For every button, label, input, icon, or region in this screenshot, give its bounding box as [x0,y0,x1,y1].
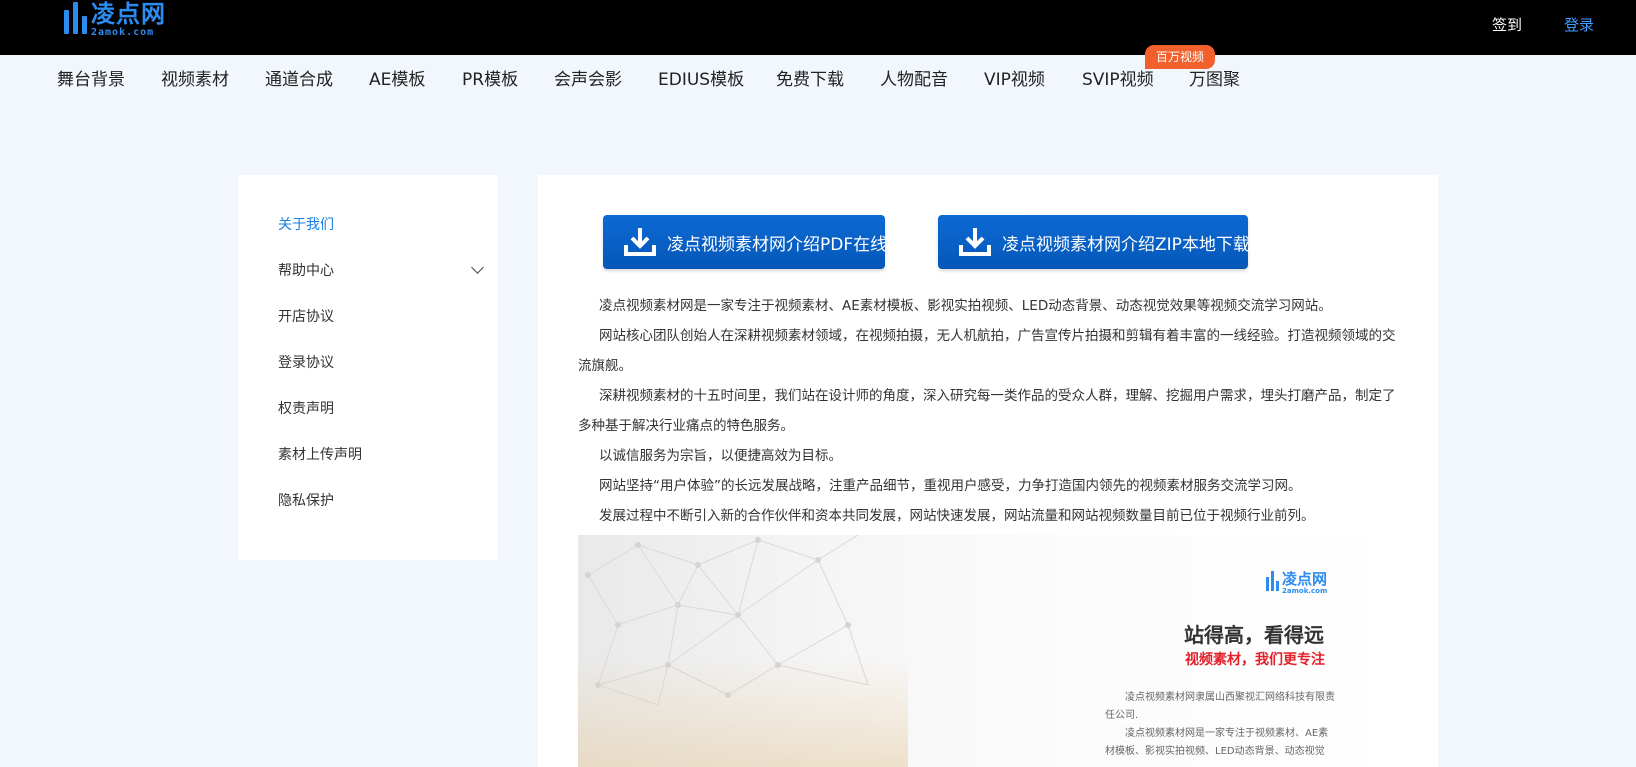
promo-logo-domain: 2amok.com [1282,587,1328,595]
pdf-view-button[interactable]: 凌点视频素材网介绍PDF在线查看 [603,215,921,269]
nav-item-stage-bg[interactable]: 舞台背景 [57,65,125,90]
sidebar: 关于我们 帮助中心 开店协议 登录协议 权责声明 素材上传声明 隐私保护 [238,175,498,560]
promo-slogan: 站得高，看得远 [1184,623,1324,647]
sidebar-item-rights-statement[interactable]: 权责声明 [278,398,334,418]
intro-paragraph: 发展过程中不断引入新的合作伙伴和资本共同发展，网站快速发展，网站流量和网站视频数… [599,508,1315,524]
intro-paragraph: 凌点视频素材网是一家专注于视频素材、AE素材模板、影视实拍视频、LED动态背景、… [599,298,1332,314]
logo-domain: 2amok.com [91,27,155,38]
zip-download-button[interactable]: 凌点视频素材网介绍ZIP本地下载 [938,215,1250,269]
nav-item-huisheng-huiying[interactable]: 会声会影 [554,65,622,90]
chevron-down-icon[interactable] [471,261,484,274]
nav-item-svip-video[interactable]: SVIP视频 [1082,65,1154,90]
main-nav: 舞台背景 视频素材 通道合成 AE模板 PR模板 会声会影 EDIUS模板 免费… [0,55,1636,97]
intro-paragraph: 网站核心团队创始人在深耕视频素材领域，在视频拍摄，无人机航拍，广告宣传片拍摄和剪… [578,328,1396,374]
top-bar: 凌点网 2amok.com 签到 登录 [0,0,1636,55]
promo-logo-name: 凌点网 [1282,570,1328,588]
logo-bars-icon [1266,571,1279,591]
nav-item-free-download[interactable]: 免费下载 [776,65,844,90]
nav-item-channel-compositing[interactable]: 通道合成 [265,65,333,90]
sidebar-item-upload-statement[interactable]: 素材上传声明 [278,444,362,464]
nav-item-video-material[interactable]: 视频素材 [161,65,229,90]
promo-paragraph: 凌点视频素材网是一家专注于视频素材、AE素材模板、影视实拍视频、LED动态背景、… [1105,728,1329,757]
sidebar-item-store-agreement[interactable]: 开店协议 [278,306,334,326]
promo-paragraph: 凌点视频素材网隶属山西聚视汇网络科技有限责任公司. [1105,692,1335,721]
download-icon [959,228,991,256]
million-videos-badge: 百万视频 [1145,45,1216,69]
promo-gradient [578,657,908,767]
logo-name: 凌点网 [91,0,166,28]
nav-item-pr-templates[interactable]: PR模板 [462,65,518,90]
nav-item-edius-templates[interactable]: EDIUS模板 [658,65,744,90]
signin-link[interactable]: 签到 [1492,14,1522,35]
intro-paragraph: 深耕视频素材的十五时间里，我们站在设计师的角度，深入研究每一类作品的受众人群，理… [578,388,1396,434]
promo-description: 凌点视频素材网隶属山西聚视汇网络科技有限责任公司. 凌点视频素材网是一家专注于视… [1105,689,1338,761]
sidebar-item-login-agreement[interactable]: 登录协议 [278,352,334,372]
sidebar-item-help-center[interactable]: 帮助中心 [278,260,334,280]
intro-paragraph: 以诚信服务为宗旨，以便捷高效为目标。 [599,448,842,464]
logo-bars-icon [64,0,87,34]
intro-paragraph: 网站坚持“用户体验”的长远发展战略，注重产品细节，重视用户感受，力争打造国内领先… [599,478,1302,494]
nav-item-ae-templates[interactable]: AE模板 [369,65,425,90]
download-icon [624,228,656,256]
intro-text: 凌点视频素材网是一家专注于视频素材、AE素材模板、影视实拍视频、LED动态背景、… [578,291,1398,531]
sidebar-item-privacy[interactable]: 隐私保护 [278,490,334,510]
pdf-view-button-label: 凌点视频素材网介绍PDF在线查看 [667,234,922,255]
nav-item-voiceover[interactable]: 人物配音 [880,65,948,90]
promo-logo: 凌点网 2amok.com [1266,571,1327,595]
login-link[interactable]: 登录 [1564,14,1594,35]
sidebar-item-about-us[interactable]: 关于我们 [278,214,334,234]
zip-download-button-label: 凌点视频素材网介绍ZIP本地下载 [1002,234,1250,255]
promo-banner-image: 凌点网 2amok.com 站得高，看得远 视频素材，我们更专注 凌点视频素材网… [578,535,1398,767]
main-content: 凌点视频素材网介绍PDF在线查看 凌点视频素材网介绍ZIP本地下载 凌点视频素材… [538,175,1438,767]
nav-item-vip-video[interactable]: VIP视频 [984,65,1045,90]
site-logo[interactable]: 凌点网 2amok.com [64,0,166,42]
promo-subslogan: 视频素材，我们更专注 [1185,652,1325,668]
